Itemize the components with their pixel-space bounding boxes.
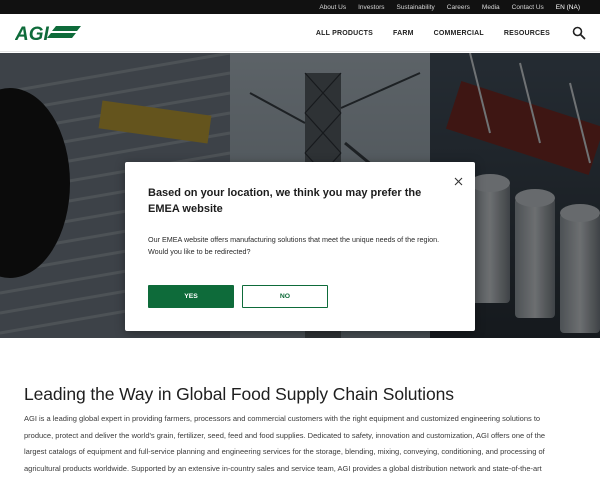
nav-resources[interactable]: RESOURCES [494, 30, 560, 37]
utility-link-contact-us[interactable]: Contact Us [506, 4, 550, 11]
utility-link-media[interactable]: Media [476, 4, 506, 11]
nav-all-products[interactable]: ALL PRODUCTS [306, 30, 383, 37]
utility-link-investors[interactable]: Investors [352, 4, 390, 11]
page-heading: Leading the Way in Global Food Supply Ch… [24, 384, 454, 404]
main-content: Leading the Way in Global Food Supply Ch… [0, 338, 600, 480]
modal-question: Would you like to be redirected? [148, 246, 251, 256]
nav-commercial[interactable]: COMMERCIAL [424, 30, 494, 37]
nav-farm[interactable]: FARM [383, 30, 424, 37]
region-redirect-modal: Based on your location, we think you may… [125, 162, 475, 331]
agi-logo[interactable]: AGI [14, 23, 81, 45]
main-nav: AGI ALL PRODUCTS FARM COMMERCIAL RESOURC… [0, 14, 600, 52]
utility-link-about-us[interactable]: About Us [313, 4, 352, 11]
yes-button[interactable]: YES [148, 285, 234, 308]
search-icon[interactable] [572, 26, 586, 40]
close-icon[interactable] [454, 173, 463, 186]
utility-link-sustainability[interactable]: Sustainability [390, 4, 440, 11]
no-button[interactable]: NO [242, 285, 328, 308]
modal-body-text: Our EMEA website offers manufacturing so… [148, 235, 440, 244]
utility-bar: About Us Investors Sustainability Career… [0, 0, 600, 14]
intro-paragraph: AGI is a leading global expert in provid… [24, 414, 546, 473]
utility-link-careers[interactable]: Careers [441, 4, 476, 11]
logo-wordmark: AGI [15, 24, 50, 43]
modal-title: Based on your location, we think you may… [148, 187, 422, 215]
primary-nav: ALL PRODUCTS FARM COMMERCIAL RESOURCES [306, 14, 560, 52]
modal-body: Our EMEA website offers manufacturing so… [148, 234, 448, 257]
language-selector[interactable]: EN (NA) [550, 4, 586, 11]
